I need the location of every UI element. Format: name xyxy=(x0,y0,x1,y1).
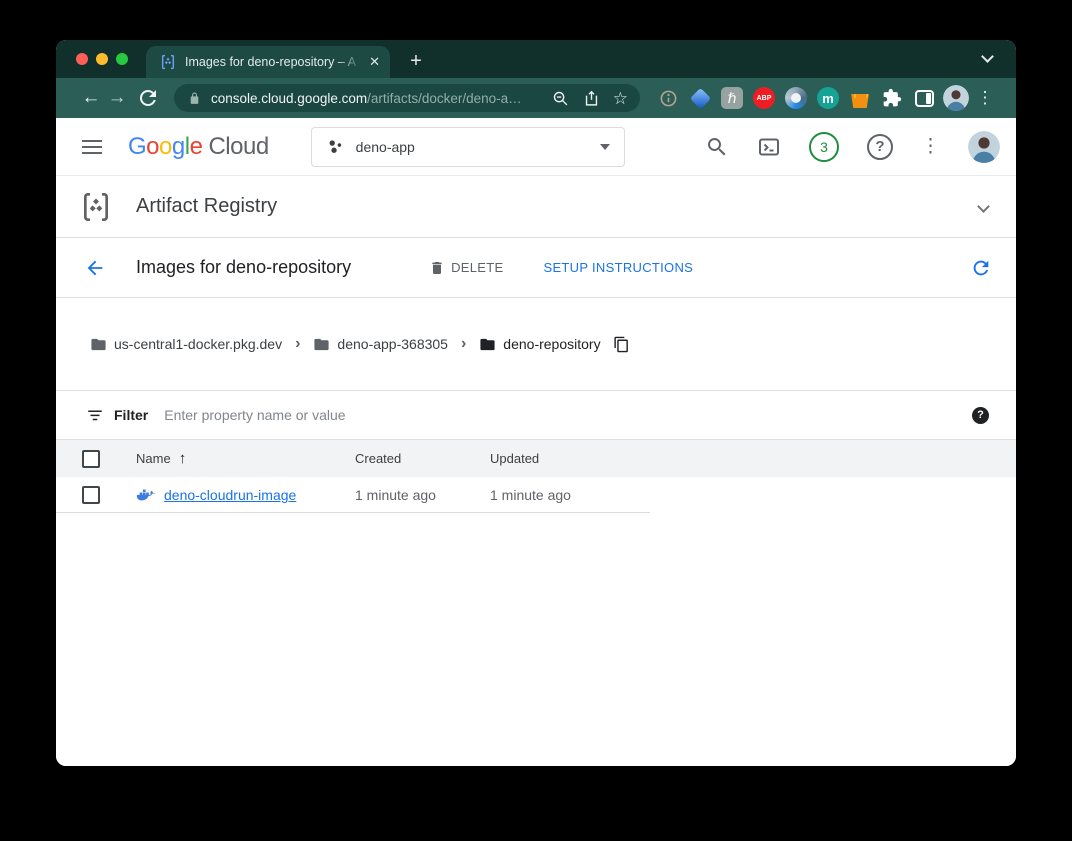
extension-gem-icon[interactable] xyxy=(688,86,712,110)
column-header-created[interactable]: Created xyxy=(355,451,490,466)
share-icon[interactable] xyxy=(583,90,600,107)
gcp-header-actions: 3 ? ⋮ xyxy=(705,131,1000,163)
trash-icon xyxy=(429,260,445,276)
breadcrumb-item-registry-host[interactable]: us-central1-docker.pkg.dev xyxy=(90,336,282,353)
extensions-row: ℏ ABP m ⋮ xyxy=(656,86,994,110)
extension-adblock-icon[interactable]: ABP xyxy=(752,86,776,110)
filter-icon xyxy=(86,406,104,424)
minimize-window-button[interactable] xyxy=(96,53,108,65)
breadcrumb-item-repository: deno-repository xyxy=(479,336,600,353)
service-bar: Artifact Registry xyxy=(56,176,1016,238)
lock-icon[interactable] xyxy=(188,92,201,105)
project-selector[interactable]: deno-app xyxy=(311,127,625,167)
extension-swirl-icon[interactable] xyxy=(784,86,808,110)
close-window-button[interactable] xyxy=(76,53,88,65)
table-row: deno-cloudrun-image 1 minute ago 1 minut… xyxy=(56,477,1016,513)
project-name: deno-app xyxy=(356,139,600,155)
updated-cell: 1 minute ago xyxy=(490,487,1016,503)
collapse-chevron-icon[interactable] xyxy=(977,200,990,213)
reload-icon[interactable] xyxy=(136,86,160,110)
google-cloud-logo[interactable]: GoogleCloud xyxy=(128,133,269,161)
select-all-checkbox[interactable] xyxy=(82,450,100,468)
project-icon xyxy=(326,137,345,156)
zoom-out-icon[interactable] xyxy=(552,90,569,107)
header-kebab-icon[interactable]: ⋮ xyxy=(921,135,940,158)
folder-icon xyxy=(313,336,330,353)
content-empty-area xyxy=(56,513,1016,766)
filter-help-icon[interactable]: ? xyxy=(972,407,989,424)
window-controls[interactable] xyxy=(76,53,128,65)
folder-icon xyxy=(90,336,107,353)
browser-tab[interactable]: Images for deno-repository – A ✕ xyxy=(146,46,390,78)
tab-title: Images for deno-repository – A xyxy=(185,55,363,69)
notifications-badge[interactable]: 3 xyxy=(809,132,839,162)
sort-ascending-icon[interactable]: ↑ xyxy=(179,450,187,467)
filter-label: Filter xyxy=(114,407,148,423)
page-info-icon[interactable] xyxy=(656,86,680,110)
table-header: Name ↑ Created Updated xyxy=(56,440,1016,477)
tab-search-chevron-icon[interactable] xyxy=(981,50,994,63)
help-icon[interactable]: ? xyxy=(867,134,893,160)
gcp-header: GoogleCloud deno-app 3 ? ⋮ xyxy=(56,118,1016,176)
search-icon[interactable] xyxy=(705,135,729,159)
cloud-wordmark: Cloud xyxy=(208,133,268,160)
bookmark-star-icon[interactable]: ☆ xyxy=(613,90,628,107)
service-name: Artifact Registry xyxy=(136,195,277,218)
browser-profile-avatar[interactable] xyxy=(944,86,968,110)
browser-window: Images for deno-repository – A ✕ + ← → c… xyxy=(56,40,1016,766)
url-text: console.cloud.google.com/artifacts/docke… xyxy=(211,91,538,106)
docker-icon xyxy=(136,487,157,503)
created-cell: 1 minute ago xyxy=(355,487,490,503)
filter-bar: Filter ? xyxy=(56,391,1016,440)
page-title-row: Images for deno-repository DELETE SETUP … xyxy=(56,238,1016,298)
artifact-registry-favicon xyxy=(160,54,176,70)
folder-icon xyxy=(479,336,496,353)
copy-icon[interactable] xyxy=(613,336,630,353)
breadcrumb-separator-icon: › xyxy=(295,336,300,352)
side-panel-icon[interactable] xyxy=(912,86,936,110)
project-dropdown-caret-icon xyxy=(600,144,610,150)
hamburger-menu-icon[interactable] xyxy=(82,140,102,154)
filter-input[interactable] xyxy=(164,407,972,423)
forward-icon[interactable]: → xyxy=(104,87,130,109)
row-checkbox[interactable] xyxy=(82,486,100,504)
browser-menu-kebab-icon[interactable]: ⋮ xyxy=(976,88,994,108)
browser-toolbar: ← → console.cloud.google.com/artifacts/d… xyxy=(56,78,1016,118)
setup-instructions-button[interactable]: SETUP INSTRUCTIONS xyxy=(543,260,693,275)
extension-m-icon[interactable]: m xyxy=(816,86,840,110)
extensions-puzzle-icon[interactable] xyxy=(880,86,904,110)
delete-button[interactable]: DELETE xyxy=(429,260,503,276)
address-bar[interactable]: console.cloud.google.com/artifacts/docke… xyxy=(174,84,640,112)
breadcrumb-separator-icon: › xyxy=(461,336,466,352)
column-header-updated[interactable]: Updated xyxy=(490,451,1016,466)
tab-strip: Images for deno-repository – A ✕ + xyxy=(56,40,1016,78)
breadcrumb-item-project[interactable]: deno-app-368305 xyxy=(313,336,448,353)
column-header-name[interactable]: Name ↑ xyxy=(136,450,355,467)
fullscreen-window-button[interactable] xyxy=(116,53,128,65)
page-title: Images for deno-repository xyxy=(136,257,351,278)
account-avatar[interactable] xyxy=(968,131,1000,163)
image-link[interactable]: deno-cloudrun-image xyxy=(164,487,296,503)
back-arrow-icon[interactable] xyxy=(84,257,106,279)
refresh-icon[interactable] xyxy=(970,257,992,279)
image-name-cell: deno-cloudrun-image xyxy=(136,487,355,503)
tab-close-icon[interactable]: ✕ xyxy=(369,54,380,70)
cloud-shell-icon[interactable] xyxy=(757,135,781,159)
extension-basket-icon[interactable] xyxy=(848,86,872,110)
back-icon[interactable]: ← xyxy=(78,87,104,109)
breadcrumb: us-central1-docker.pkg.dev › deno-app-36… xyxy=(56,298,1016,391)
extension-hbar-icon[interactable]: ℏ xyxy=(720,86,744,110)
artifact-registry-icon xyxy=(80,191,112,223)
new-tab-button[interactable]: + xyxy=(402,47,430,75)
